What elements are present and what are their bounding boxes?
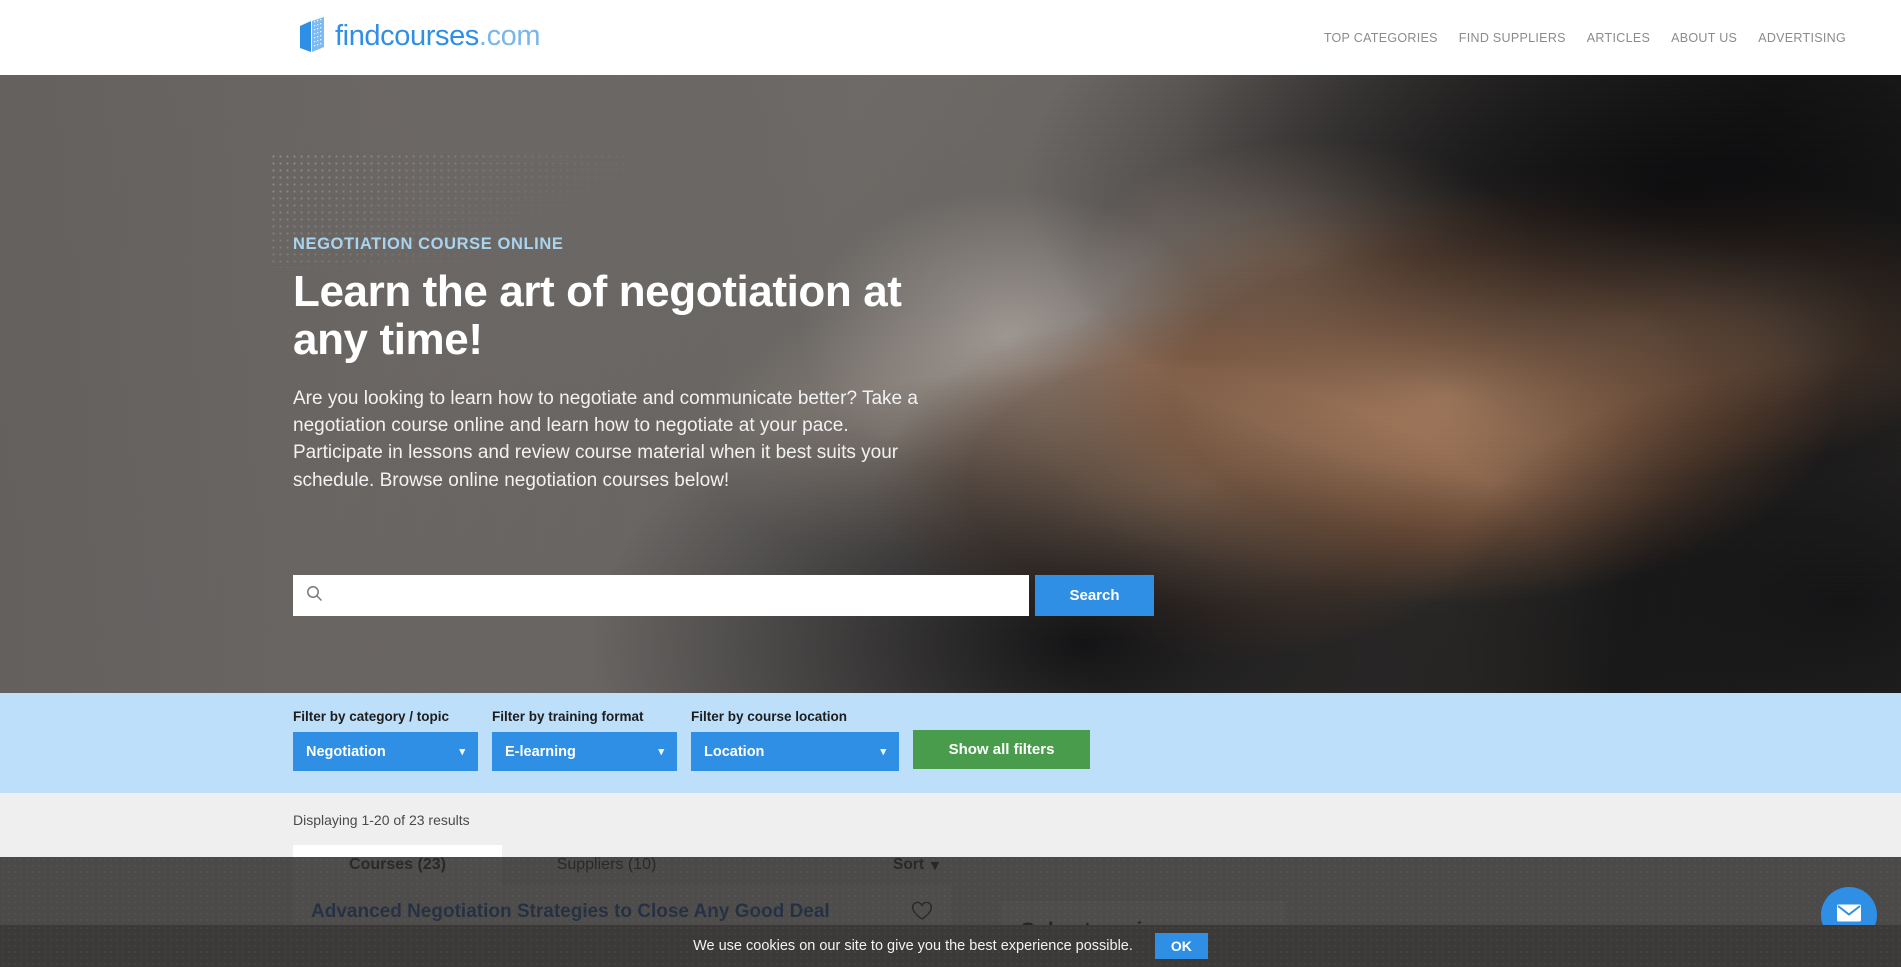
filter-group-category: Filter by category / topic Negotiation ▾ xyxy=(293,693,478,771)
search-icon xyxy=(306,585,323,607)
hero-description: Are you looking to learn how to negotiat… xyxy=(293,388,918,491)
site-logo[interactable]: findcourses.com xyxy=(298,16,541,56)
filter-location-value: Location xyxy=(704,743,765,760)
show-all-filters-button[interactable]: Show all filters xyxy=(913,730,1090,769)
filter-format-value: E-learning xyxy=(505,743,576,760)
hero-search-row: Search xyxy=(293,575,1154,616)
search-field-wrap[interactable] xyxy=(293,575,1029,616)
search-input[interactable] xyxy=(331,575,1029,616)
cookie-consent-bar: We use cookies on our site to give you t… xyxy=(0,925,1901,967)
filter-category-value: Negotiation xyxy=(306,743,386,760)
filter-format-label: Filter by training format xyxy=(492,709,644,724)
nav-item-top-categories[interactable]: TOP CATEGORIES xyxy=(1324,31,1438,45)
envelope-icon xyxy=(1836,903,1862,928)
chevron-down-icon: ▾ xyxy=(658,746,664,758)
nav-item-articles[interactable]: ARTICLES xyxy=(1587,31,1650,45)
filter-location-select[interactable]: Location ▾ xyxy=(691,732,899,771)
logo-suffix: .com xyxy=(478,19,541,52)
hero-section: NEGOTIATION COURSE ONLINE Learn the art … xyxy=(0,75,1901,693)
page-root: findcourses.com TOP CATEGORIES FIND SUPP… xyxy=(0,0,1901,967)
nav-item-about-us[interactable]: ABOUT US xyxy=(1671,31,1737,45)
filter-group-location: Filter by course location Location ▾ xyxy=(691,693,899,771)
filter-bar-inner: Filter by category / topic Negotiation ▾… xyxy=(293,693,1090,771)
filter-bar: Filter by category / topic Negotiation ▾… xyxy=(0,693,1901,793)
filter-format-select[interactable]: E-learning ▾ xyxy=(492,732,677,771)
logo-name: findcourses xyxy=(335,19,479,52)
filter-location-label: Filter by course location xyxy=(691,709,848,724)
logo-wordmark: findcourses.com xyxy=(335,19,541,53)
nav-item-advertising[interactable]: ADVERTISING xyxy=(1758,31,1846,45)
hero-eyebrow: NEGOTIATION COURSE ONLINE xyxy=(293,235,564,253)
results-count: Displaying 1-20 of 23 results xyxy=(293,812,470,828)
nav-item-find-suppliers[interactable]: FIND SUPPLIERS xyxy=(1459,31,1566,45)
hero-content: NEGOTIATION COURSE ONLINE Learn the art … xyxy=(293,235,993,494)
cookie-accept-button[interactable]: OK xyxy=(1154,933,1208,959)
chevron-down-icon: ▾ xyxy=(880,746,886,758)
main-nav: TOP CATEGORIES FIND SUPPLIERS ARTICLES A… xyxy=(1324,0,1846,75)
filter-category-label: Filter by category / topic xyxy=(293,709,450,724)
filter-group-format: Filter by training format E-learning ▾ xyxy=(492,693,677,771)
book-logo-icon xyxy=(298,16,326,56)
filter-category-select[interactable]: Negotiation ▾ xyxy=(293,732,478,771)
cookie-message: We use cookies on our site to give you t… xyxy=(693,938,1133,954)
page-title: Learn the art of negotiation at any time… xyxy=(293,267,902,364)
search-button[interactable]: Search xyxy=(1035,575,1154,616)
chevron-down-icon: ▾ xyxy=(459,746,465,758)
site-header: findcourses.com TOP CATEGORIES FIND SUPP… xyxy=(0,0,1901,75)
